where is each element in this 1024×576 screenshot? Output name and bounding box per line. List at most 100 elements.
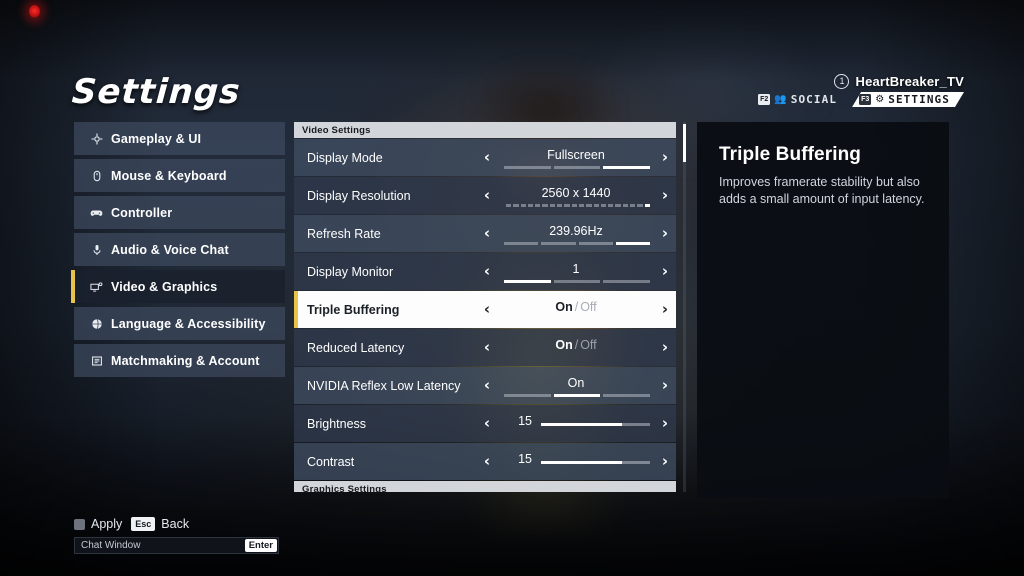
description-panel: Triple Buffering Improves framerate stab… bbox=[697, 122, 949, 498]
sidebar-item-controller[interactable]: Controller bbox=[74, 196, 285, 229]
setting-value: 15 bbox=[518, 414, 532, 428]
esc-key-badge: Esc bbox=[131, 517, 156, 531]
slider-fill bbox=[541, 423, 622, 426]
arrow-right-icon[interactable]: › bbox=[654, 378, 676, 393]
bottom-actions: Apply Esc Back bbox=[74, 517, 279, 531]
apply-key-badge bbox=[74, 518, 85, 530]
setting-value: 1 bbox=[572, 262, 580, 276]
back-action[interactable]: Esc Back bbox=[131, 517, 189, 531]
panel-scrollbar-thumb[interactable] bbox=[683, 124, 686, 162]
arrow-left-icon[interactable]: ‹ bbox=[476, 226, 498, 241]
sidebar-item-language-accessibility[interactable]: Language & Accessibility bbox=[74, 307, 285, 340]
arrow-right-icon[interactable]: › bbox=[654, 340, 676, 355]
arrow-right-icon[interactable]: › bbox=[654, 454, 676, 469]
panel-scrollbar-track[interactable] bbox=[683, 122, 686, 492]
arrow-right-icon[interactable]: › bbox=[654, 188, 676, 203]
sidebar-item-label: Matchmaking & Account bbox=[111, 353, 260, 368]
setting-label: Reduced Latency bbox=[307, 340, 405, 355]
mouse-icon bbox=[90, 170, 103, 182]
arrow-left-icon[interactable]: ‹ bbox=[476, 416, 498, 431]
setting-row-display-resolution[interactable]: Display Resolution ‹ 2560 x 1440 › bbox=[294, 177, 676, 214]
sidebar-item-label: Mouse & Keyboard bbox=[111, 168, 227, 183]
arrow-right-icon[interactable]: › bbox=[654, 302, 676, 317]
setting-row-triple-buffering[interactable]: Triple Buffering ‹ On / Off › bbox=[294, 291, 676, 328]
setting-value-container: 1 bbox=[498, 253, 654, 290]
setting-value-toggle: On / Off bbox=[498, 300, 654, 314]
setting-label: Triple Buffering bbox=[307, 302, 400, 317]
setting-row-nvidia-reflex-low-latency[interactable]: NVIDIA Reflex Low Latency ‹ On › bbox=[294, 367, 676, 404]
arrow-right-icon[interactable]: › bbox=[654, 226, 676, 241]
social-icon: 👥 bbox=[774, 93, 787, 105]
setting-label: Display Mode bbox=[307, 150, 383, 165]
toggle-option-off[interactable]: Off bbox=[580, 338, 596, 352]
arrow-right-icon[interactable]: › bbox=[654, 150, 676, 165]
arrow-left-icon[interactable]: ‹ bbox=[476, 302, 498, 317]
sidebar-item-matchmaking-account[interactable]: Matchmaking & Account bbox=[74, 344, 285, 377]
globe-icon bbox=[90, 318, 103, 330]
setting-value-container: On bbox=[498, 367, 654, 404]
setting-value-container: 239.96Hz bbox=[498, 215, 654, 252]
gear-icon: ⚙ bbox=[875, 93, 885, 105]
sidebar-item-audio-voice-chat[interactable]: Audio & Voice Chat bbox=[74, 233, 285, 266]
setting-row-display-mode[interactable]: Display Mode ‹ Fullscreen › bbox=[294, 139, 676, 176]
brightness-slider[interactable] bbox=[541, 423, 650, 426]
hud-tab-social-label: SOCIAL bbox=[790, 93, 838, 106]
contrast-slider[interactable] bbox=[541, 461, 650, 464]
back-label: Back bbox=[161, 517, 190, 531]
gamepad-icon bbox=[90, 207, 103, 219]
setting-row-brightness[interactable]: Brightness ‹ 15 › bbox=[294, 405, 676, 442]
settings-sidebar: Gameplay & UI Mouse & Keyboard Controlle… bbox=[71, 122, 285, 381]
key-f2-badge: F2 bbox=[758, 94, 771, 105]
sidebar-item-label: Video & Graphics bbox=[111, 279, 218, 294]
sidebar-item-label: Language & Accessibility bbox=[111, 316, 266, 331]
arrow-left-icon[interactable]: ‹ bbox=[476, 454, 498, 469]
section-header-video-settings: Video Settings bbox=[294, 122, 676, 138]
setting-value-container: On / Off bbox=[498, 329, 654, 366]
apply-label: Apply bbox=[91, 517, 123, 531]
monitor-icon bbox=[90, 281, 103, 293]
player-name: HeartBreaker_TV bbox=[855, 74, 964, 89]
arrow-left-icon[interactable]: ‹ bbox=[476, 340, 498, 355]
recording-indicator-icon bbox=[29, 5, 40, 18]
arrow-right-icon[interactable]: › bbox=[654, 416, 676, 431]
setting-value-container: 15 bbox=[498, 443, 654, 480]
arrow-left-icon[interactable]: ‹ bbox=[476, 188, 498, 203]
setting-row-reduced-latency[interactable]: Reduced Latency ‹ On / Off › bbox=[294, 329, 676, 366]
segment-indicator bbox=[504, 280, 651, 283]
setting-value: Fullscreen bbox=[547, 148, 605, 162]
arrow-left-icon[interactable]: ‹ bbox=[476, 150, 498, 165]
setting-row-display-monitor[interactable]: Display Monitor ‹ 1 › bbox=[294, 253, 676, 290]
arrow-left-icon[interactable]: ‹ bbox=[476, 378, 498, 393]
sidebar-item-mouse-keyboard[interactable]: Mouse & Keyboard bbox=[74, 159, 285, 192]
setting-label: Brightness bbox=[307, 416, 367, 431]
toggle-option-on[interactable]: On bbox=[555, 338, 572, 352]
sidebar-item-label: Audio & Voice Chat bbox=[111, 242, 229, 257]
enter-key-badge: Enter bbox=[244, 539, 277, 552]
toggle-option-off[interactable]: Off bbox=[580, 300, 596, 314]
hud-tab-settings[interactable]: F3 ⚙ SETTINGS bbox=[852, 92, 964, 107]
crosshair-icon bbox=[90, 133, 103, 145]
sidebar-item-video-graphics[interactable]: Video & Graphics bbox=[71, 270, 285, 303]
arrow-right-icon[interactable]: › bbox=[654, 264, 676, 279]
toggle-option-on[interactable]: On bbox=[555, 300, 572, 314]
setting-value-container: On / Off bbox=[498, 291, 654, 328]
setting-value-container: 2560 x 1440 bbox=[498, 177, 654, 214]
chat-window-input[interactable]: Chat Window Enter bbox=[74, 537, 279, 554]
setting-value: 2560 x 1440 bbox=[541, 186, 611, 200]
section-header-graphics-settings: Graphics Settings bbox=[294, 481, 676, 492]
setting-label: NVIDIA Reflex Low Latency bbox=[307, 378, 461, 393]
chat-input-placeholder: Chat Window bbox=[81, 540, 141, 551]
description-body: Improves framerate stability but also ad… bbox=[719, 175, 925, 206]
arrow-left-icon[interactable]: ‹ bbox=[476, 264, 498, 279]
slider-row: 15 bbox=[498, 414, 654, 428]
hud-tab-social[interactable]: F2 👥 SOCIAL bbox=[754, 92, 846, 107]
description-title: Triple Buffering bbox=[719, 144, 861, 165]
setting-row-refresh-rate[interactable]: Refresh Rate ‹ 239.96Hz › bbox=[294, 215, 676, 252]
setting-row-contrast[interactable]: Contrast ‹ 15 › bbox=[294, 443, 676, 480]
hud-player-row: 1 HeartBreaker_TV bbox=[754, 74, 964, 89]
apply-action[interactable]: Apply bbox=[74, 517, 122, 531]
hud-tab-settings-label: SETTINGS bbox=[888, 93, 950, 106]
sidebar-item-gameplay-ui[interactable]: Gameplay & UI bbox=[74, 122, 285, 155]
list-icon bbox=[90, 355, 103, 367]
toggle-separator: / bbox=[574, 300, 579, 314]
